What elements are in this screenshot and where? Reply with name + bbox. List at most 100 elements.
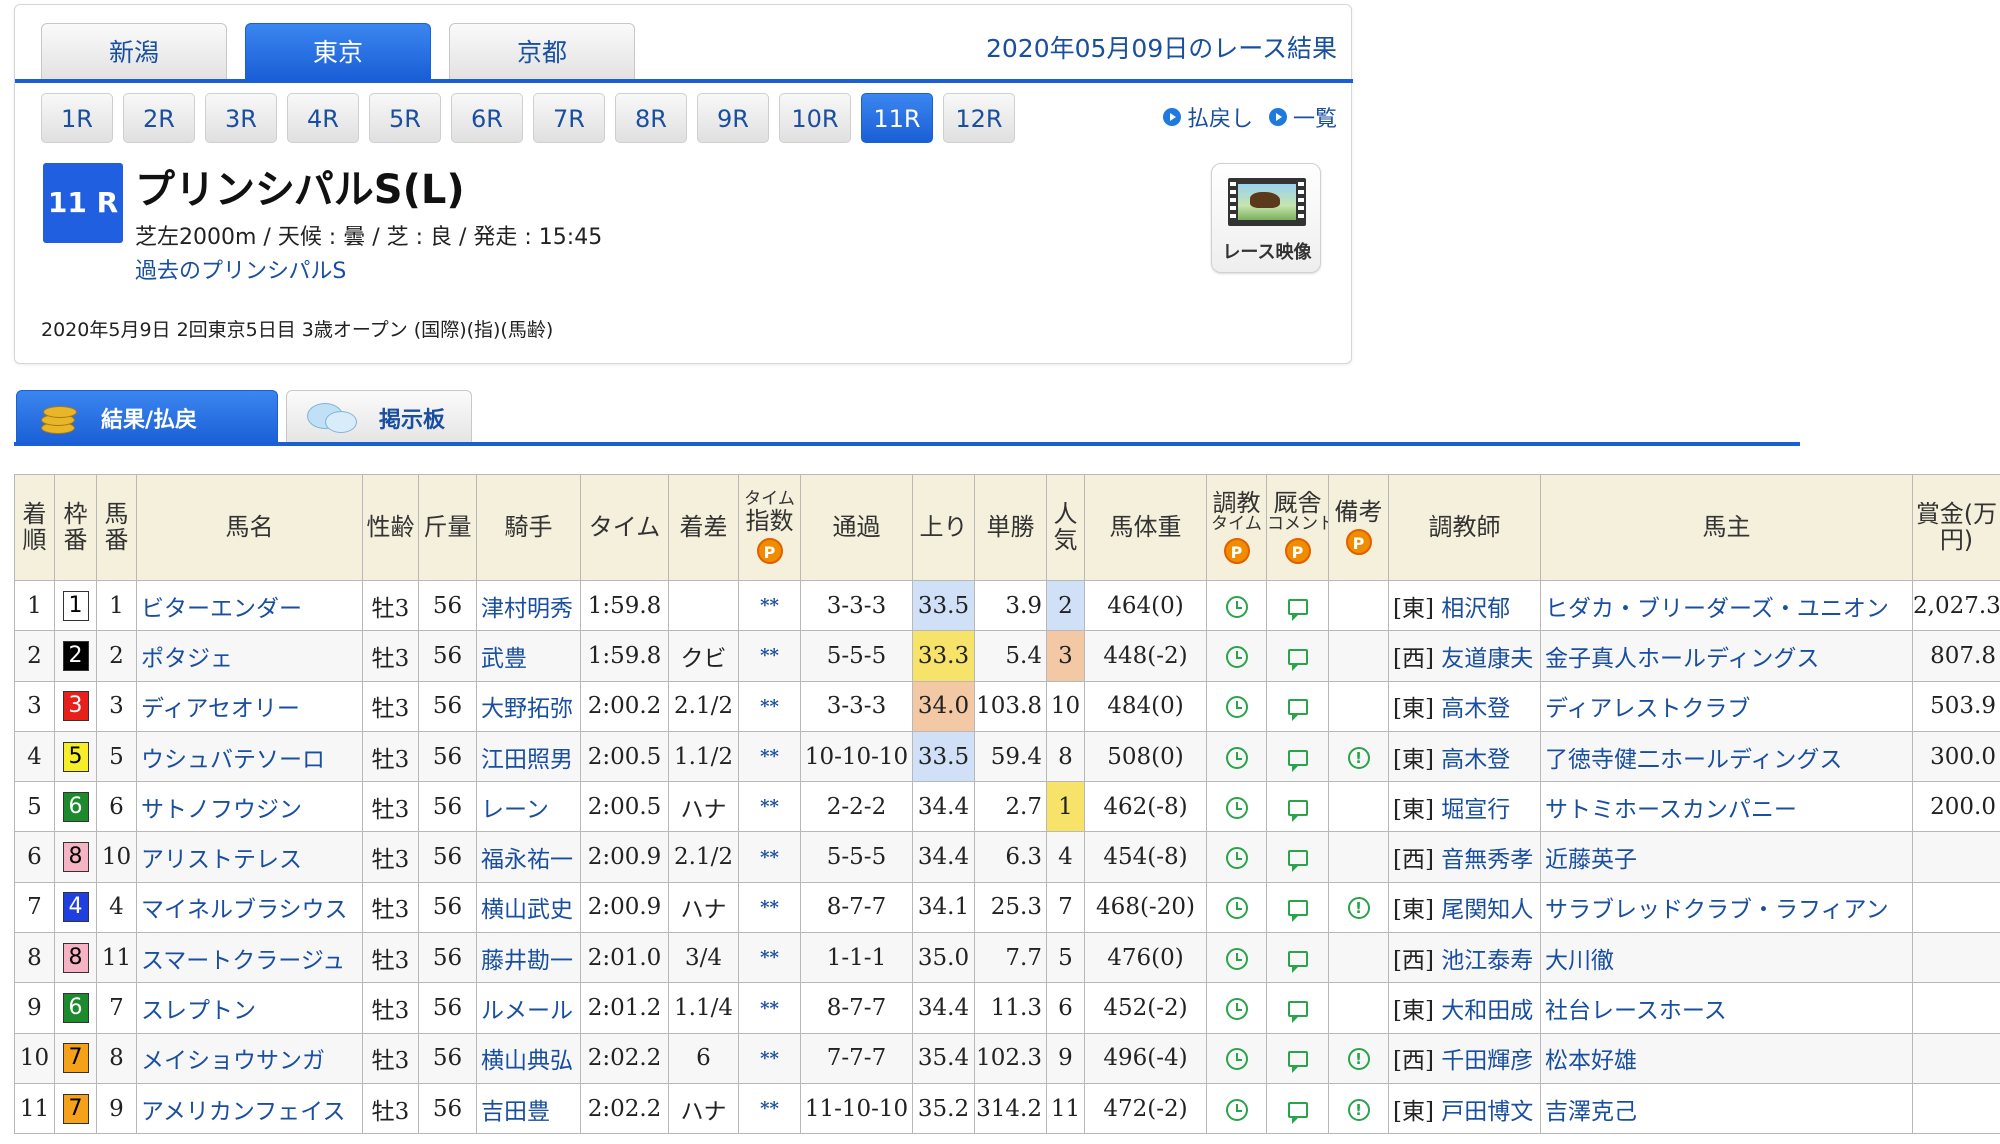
stable-comment-cell[interactable] — [1266, 781, 1329, 833]
past-race-link[interactable]: 過去のプリンシパルS — [135, 253, 346, 285]
round-tab[interactable]: 3R — [205, 93, 277, 143]
round-tab[interactable]: 12R — [943, 93, 1015, 143]
training-cell[interactable] — [1206, 1082, 1267, 1135]
horse-name-link[interactable]: サトノフウジン — [136, 781, 363, 833]
owner-link[interactable]: 松本好雄 — [1540, 1032, 1913, 1084]
stable-comment-cell[interactable] — [1266, 1082, 1329, 1135]
jockey-link[interactable]: 吉田豊 — [476, 1082, 581, 1135]
stable-comment-cell[interactable] — [1266, 881, 1329, 934]
remarks-cell[interactable]: ! — [1328, 1032, 1389, 1084]
round-tab[interactable]: 6R — [451, 93, 523, 143]
stable-comment-cell[interactable] — [1266, 579, 1329, 632]
remarks-cell[interactable]: ! — [1328, 881, 1389, 934]
jockey-link[interactable]: 江田照男 — [476, 730, 581, 783]
horse-name-link[interactable]: メイショウサンガ — [136, 1032, 363, 1084]
header-remarks[interactable]: 備考 P — [1328, 474, 1389, 581]
training-cell[interactable] — [1206, 1032, 1267, 1084]
horse-name-link[interactable]: ディアセオリー — [136, 680, 363, 732]
tab-results[interactable]: 結果/払戻 — [16, 390, 278, 444]
horse-name-link[interactable]: スマートクラージュ — [136, 932, 363, 984]
time-index-link[interactable]: ** — [738, 932, 801, 984]
owner-link[interactable]: 吉澤克己 — [1540, 1082, 1913, 1135]
horse-name-link[interactable]: スレプトン — [136, 982, 363, 1034]
stable-comment-cell[interactable] — [1266, 630, 1329, 682]
round-tab[interactable]: 11R — [861, 93, 933, 143]
round-tab[interactable]: 7R — [533, 93, 605, 143]
time-index-link[interactable]: ** — [738, 680, 801, 732]
time-index-link[interactable]: ** — [738, 1082, 801, 1135]
stable-comment-cell[interactable] — [1266, 831, 1329, 883]
venue-tab[interactable]: 京都 — [449, 23, 635, 79]
time-index-link[interactable]: ** — [738, 881, 801, 934]
trainer-link[interactable]: 戸田博文 — [1441, 1099, 1533, 1125]
horse-name-link[interactable]: アリストテレス — [136, 831, 363, 883]
jockey-link[interactable]: ルメール — [476, 982, 581, 1034]
owner-link[interactable]: 社台レースホース — [1540, 982, 1913, 1034]
owner-link[interactable]: サラブレッドクラブ・ラフィアン — [1540, 881, 1913, 934]
time-index-link[interactable]: ** — [738, 630, 801, 682]
time-index-link[interactable]: ** — [738, 831, 801, 883]
round-tab[interactable]: 4R — [287, 93, 359, 143]
trainer-link[interactable]: 高木登 — [1441, 696, 1510, 722]
training-cell[interactable] — [1206, 982, 1267, 1034]
jockey-link[interactable]: レーン — [476, 781, 581, 833]
list-link[interactable]: 一覧 — [1268, 101, 1337, 133]
jockey-link[interactable]: 藤井勘一 — [476, 932, 581, 984]
payout-link[interactable]: 払戻し — [1162, 101, 1253, 133]
horse-name-link[interactable]: アメリカンフェイス — [136, 1082, 363, 1135]
owner-link[interactable]: サトミホースカンパニー — [1540, 781, 1913, 833]
round-tab[interactable]: 2R — [123, 93, 195, 143]
stable-comment-cell[interactable] — [1266, 1032, 1329, 1084]
time-index-link[interactable]: ** — [738, 781, 801, 833]
stable-comment-cell[interactable] — [1266, 730, 1329, 783]
remarks-cell[interactable]: ! — [1328, 1082, 1389, 1135]
owner-link[interactable]: 大川徹 — [1540, 932, 1913, 984]
jockey-link[interactable]: 横山典弘 — [476, 1032, 581, 1084]
trainer-link[interactable]: 堀宣行 — [1441, 797, 1510, 823]
jockey-link[interactable]: 福永祐一 — [476, 831, 581, 883]
round-tab[interactable]: 8R — [615, 93, 687, 143]
owner-link[interactable]: ディアレストクラブ — [1540, 680, 1913, 732]
horse-name-link[interactable]: マイネルブラシウス — [136, 881, 363, 934]
training-cell[interactable] — [1206, 881, 1267, 934]
stable-comment-cell[interactable] — [1266, 680, 1329, 732]
time-index-link[interactable]: ** — [738, 982, 801, 1034]
jockey-link[interactable]: 横山武史 — [476, 881, 581, 934]
horse-name-link[interactable]: ポタジェ — [136, 630, 363, 682]
stable-comment-cell[interactable] — [1266, 982, 1329, 1034]
venue-tab[interactable]: 新潟 — [41, 23, 227, 79]
tab-board[interactable]: 掲示板 — [286, 390, 472, 444]
time-index-link[interactable]: ** — [738, 1032, 801, 1084]
owner-link[interactable]: 金子真人ホールディングス — [1540, 630, 1913, 682]
stable-comment-cell[interactable] — [1266, 932, 1329, 984]
trainer-link[interactable]: 相沢郁 — [1441, 596, 1510, 622]
time-index-link[interactable]: ** — [738, 730, 801, 783]
venue-tab[interactable]: 東京 — [245, 23, 431, 79]
owner-link[interactable]: 了徳寺健二ホールディングス — [1540, 730, 1913, 783]
owner-link[interactable]: ヒダカ・ブリーダーズ・ユニオン — [1540, 579, 1913, 632]
remarks-cell[interactable]: ! — [1328, 730, 1389, 783]
trainer-link[interactable]: 大和田成 — [1441, 998, 1533, 1024]
trainer-link[interactable]: 池江泰寿 — [1441, 948, 1533, 974]
training-cell[interactable] — [1206, 932, 1267, 984]
owner-link[interactable]: 近藤英子 — [1540, 831, 1913, 883]
training-cell[interactable] — [1206, 730, 1267, 783]
jockey-link[interactable]: 大野拓弥 — [476, 680, 581, 732]
horse-name-link[interactable]: ビターエンダー — [136, 579, 363, 632]
trainer-link[interactable]: 高木登 — [1441, 747, 1510, 773]
round-tab[interactable]: 1R — [41, 93, 113, 143]
trainer-link[interactable]: 尾関知人 — [1441, 897, 1533, 923]
trainer-link[interactable]: 音無秀孝 — [1441, 847, 1533, 873]
trainer-link[interactable]: 千田輝彦 — [1441, 1048, 1533, 1074]
trainer-link[interactable]: 友道康夫 — [1441, 646, 1533, 672]
race-video-button[interactable]: レース映像 — [1211, 163, 1321, 273]
training-cell[interactable] — [1206, 630, 1267, 682]
training-cell[interactable] — [1206, 680, 1267, 732]
jockey-link[interactable]: 津村明秀 — [476, 579, 581, 632]
header-time-index[interactable]: タイム 指数 P — [738, 474, 801, 581]
horse-name-link[interactable]: ウシュバテソーロ — [136, 730, 363, 783]
round-tab[interactable]: 9R — [697, 93, 769, 143]
time-index-link[interactable]: ** — [738, 579, 801, 632]
training-cell[interactable] — [1206, 781, 1267, 833]
jockey-link[interactable]: 武豊 — [476, 630, 581, 682]
